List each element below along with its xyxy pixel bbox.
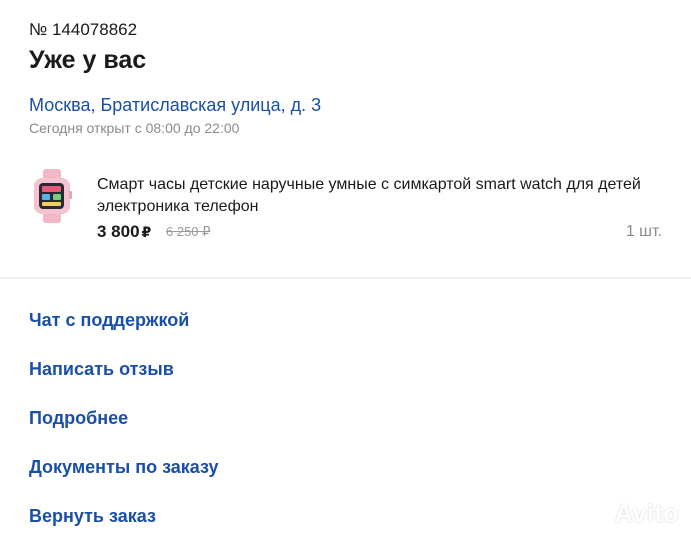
order-card: № 144078862 Уже у вас Москва, Братиславс… [0, 0, 691, 278]
kids-smartwatch-icon[interactable] [27, 169, 77, 223]
write-review-link[interactable]: Написать отзыв [29, 359, 174, 380]
order-status: Уже у вас [29, 46, 147, 74]
section-divider [0, 277, 691, 279]
support-chat-link[interactable]: Чат с поддержкой [29, 310, 189, 331]
product-old-price: 6 250 ₽ [166, 224, 211, 239]
return-order-link[interactable]: Вернуть заказ [29, 506, 156, 527]
price-value: 3 800 [97, 222, 140, 241]
details-link[interactable]: Подробнее [29, 408, 128, 429]
price-currency: ₽ [141, 224, 152, 240]
avito-logo-icon [585, 505, 609, 525]
pickup-address-link[interactable]: Москва, Братиславская улица, д. 3 [29, 95, 321, 116]
avito-watermark: Avito [585, 500, 679, 529]
order-documents-link[interactable]: Документы по заказу [29, 457, 219, 478]
product-price: 3 800 ₽ [97, 222, 151, 242]
watermark-text: Avito [614, 500, 679, 528]
order-number: № 144078862 [29, 20, 138, 39]
pickup-hours: Сегодня открыт с 08:00 до 22:00 [29, 120, 240, 136]
product-quantity: 1 шт. [625, 223, 662, 240]
product-title-link[interactable]: Смарт часы детские наручные умные с симк… [97, 174, 657, 218]
